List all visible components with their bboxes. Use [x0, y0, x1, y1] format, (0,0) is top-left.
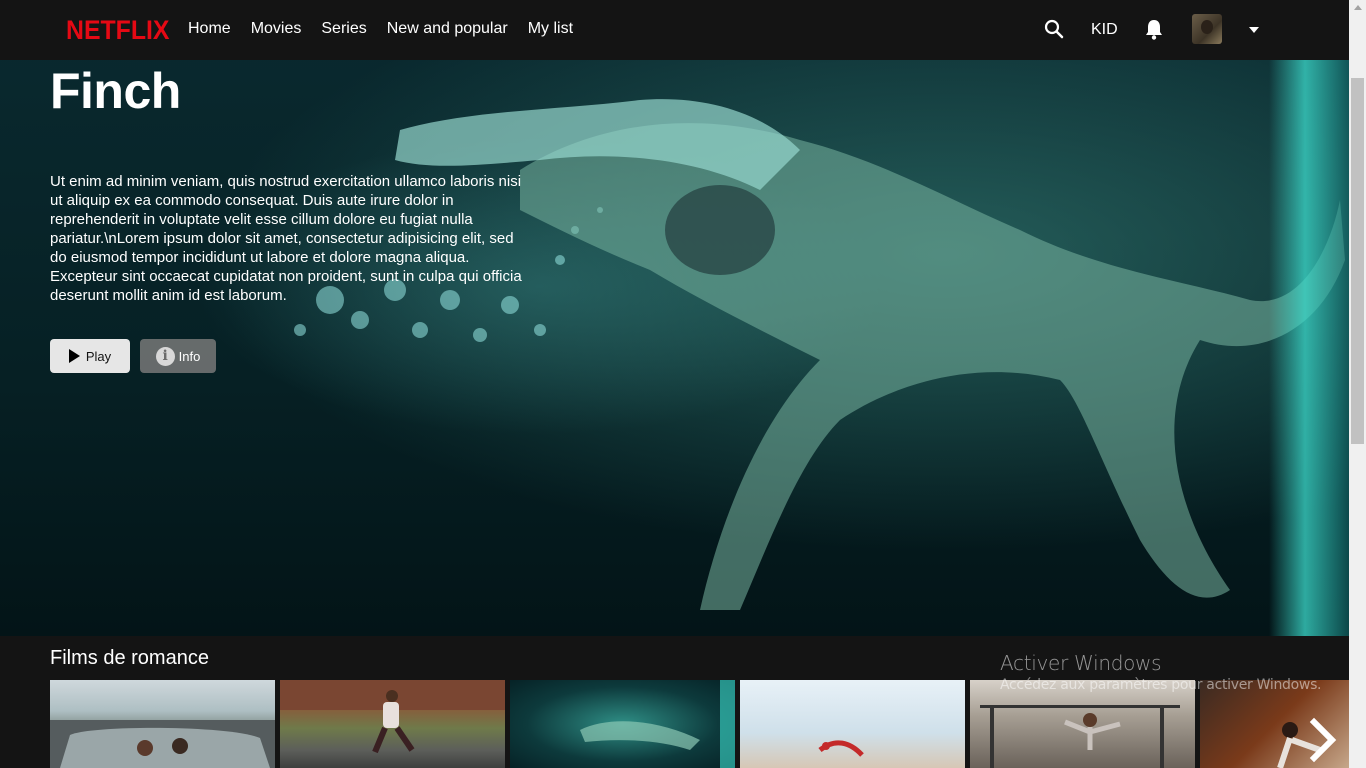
nav-item-new-and-popular[interactable]: New and popular: [387, 20, 508, 38]
info-button-label: Info: [178, 348, 201, 364]
movie-thumbnail[interactable]: [280, 680, 505, 768]
hero-banner: [0, 0, 1349, 636]
thumbnail-image: [818, 740, 864, 757]
scroll-up-arrow-icon[interactable]: [1354, 5, 1362, 10]
thumbnail-image: [980, 705, 1180, 768]
romance-row: [50, 680, 1349, 768]
hero-title: Finch: [50, 63, 181, 119]
bell-icon[interactable]: [1144, 18, 1164, 40]
scroll-thumb[interactable]: [1351, 78, 1364, 444]
profile-kid-label[interactable]: KID: [1091, 21, 1118, 39]
avatar[interactable]: [1192, 14, 1222, 44]
nav-item-home[interactable]: Home: [188, 20, 231, 38]
movie-thumbnail[interactable]: [740, 680, 965, 768]
movie-thumbnail[interactable]: [970, 680, 1195, 768]
play-button-label: Play: [85, 348, 112, 364]
row-title: Films de romance: [50, 647, 209, 669]
chevron-right-icon[interactable]: [1302, 712, 1342, 768]
windows-activation-subtitle: Accédez aux paramètres pour activer Wind…: [1000, 677, 1322, 693]
play-icon: [68, 349, 80, 363]
movie-thumbnail[interactable]: [510, 680, 735, 768]
light-beam: [1269, 60, 1349, 636]
hero-description: Ut enim ad minim veniam, quis nostrud ex…: [50, 173, 522, 304]
vertical-scrollbar[interactable]: [1349, 0, 1366, 768]
caret-down-icon[interactable]: [1249, 27, 1259, 33]
search-icon[interactable]: [1044, 19, 1064, 39]
hero-image: [294, 99, 1345, 610]
thumbnail-image: [50, 720, 275, 768]
play-button[interactable]: Play: [50, 339, 130, 373]
thumbnail-image: [280, 680, 505, 754]
windows-activation-title: Activer Windows: [1000, 651, 1162, 675]
top-navbar: NETFLIX Home Movies Series New and popul…: [0, 0, 1349, 60]
movie-thumbnail[interactable]: [50, 680, 275, 768]
nav-item-series[interactable]: Series: [321, 20, 366, 38]
info-icon: i: [155, 346, 175, 366]
thumbnail-image: [580, 680, 735, 768]
nav-item-movies[interactable]: Movies: [251, 20, 302, 38]
info-button[interactable]: i Info: [140, 339, 216, 373]
nav-item-my-list[interactable]: My list: [528, 20, 573, 38]
netflix-logo[interactable]: NETFLIX: [66, 15, 170, 46]
main-nav: Home Movies Series New and popular My li…: [188, 20, 573, 38]
